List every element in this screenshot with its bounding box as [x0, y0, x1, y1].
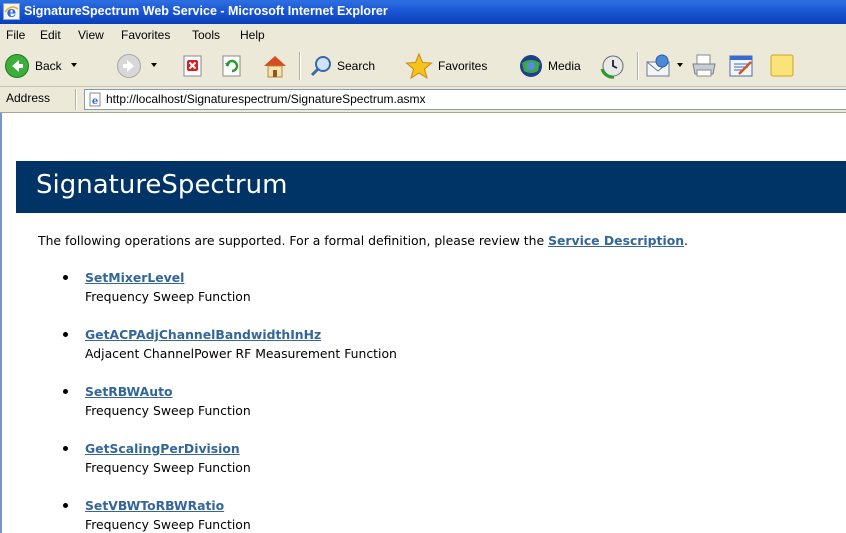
operation-link[interactable]: GetScalingPerDivision — [85, 441, 251, 456]
search-label: Search — [337, 59, 376, 73]
address-url[interactable]: http://localhost/Signaturespectrum/Signa… — [106, 92, 426, 106]
menu-edit[interactable]: Edit — [40, 28, 61, 42]
address-separator — [75, 89, 77, 110]
media-label: Media — [548, 59, 581, 73]
operation-link[interactable]: GetACPAdjChannelBandwidthInHz — [85, 327, 397, 342]
media-icon — [520, 55, 542, 77]
back-label: Back — [35, 59, 62, 73]
operation-description: Frequency Sweep Function — [85, 460, 251, 475]
operation-item: SetVBWToRBWRatio Frequency Sweep Functio… — [63, 498, 251, 532]
toolbar: Back Search Favorites Media — [0, 46, 846, 87]
toolbar-separator — [299, 52, 301, 80]
menu-file[interactable]: File — [6, 28, 25, 42]
mail-button[interactable] — [645, 46, 687, 86]
menu-bar: File Edit View Favorites Tools Help — [0, 24, 846, 47]
back-button[interactable]: Back — [4, 46, 84, 86]
edit-icon[interactable] — [727, 53, 755, 79]
address-bar: Address e http://localhost/Signaturespec… — [0, 87, 846, 113]
menu-view[interactable]: View — [78, 28, 104, 42]
back-icon — [5, 54, 29, 78]
operation-link[interactable]: SetRBWAuto — [85, 384, 251, 399]
operation-item: SetRBWAuto Frequency Sweep Function — [63, 384, 251, 418]
favorites-button[interactable]: Favorites — [404, 46, 516, 86]
page-icon: e — [89, 92, 101, 107]
bullet-icon — [63, 332, 68, 337]
intro-text-body: The following operations are supported. … — [38, 233, 549, 248]
page-banner: SignatureSpectrum — [16, 161, 846, 213]
ie-logo-icon: e — [3, 3, 20, 20]
intro-text-end: . — [684, 233, 688, 248]
operation-description: Frequency Sweep Function — [85, 517, 251, 532]
forward-icon — [117, 54, 141, 78]
media-button[interactable]: Media — [518, 46, 598, 86]
intro-text: The following operations are supported. … — [38, 233, 688, 248]
bullet-icon — [63, 446, 68, 451]
service-description-link[interactable]: Service Description — [548, 233, 684, 248]
home-icon[interactable] — [261, 53, 289, 79]
mail-dropdown-icon[interactable] — [677, 63, 683, 67]
bullet-icon — [63, 389, 68, 394]
title-bar[interactable]: e SignatureSpectrum Web Service - Micros… — [0, 0, 846, 25]
address-label: Address — [6, 91, 51, 105]
address-field[interactable]: e http://localhost/Signaturespectrum/Sig… — [84, 89, 846, 110]
operation-item: SetMixerLevel Frequency Sweep Function — [63, 270, 251, 304]
operation-description: Frequency Sweep Function — [85, 289, 251, 304]
refresh-icon[interactable] — [220, 54, 244, 78]
browser-window: e SignatureSpectrum Web Service - Micros… — [0, 0, 846, 533]
bullet-icon — [63, 275, 68, 280]
search-icon — [310, 56, 331, 77]
toolbar-separator — [637, 52, 639, 80]
stop-icon[interactable] — [181, 54, 205, 78]
operation-description: Adjacent ChannelPower RF Measurement Fun… — [85, 346, 397, 361]
page-title: SignatureSpectrum — [36, 170, 288, 200]
operation-link[interactable]: SetVBWToRBWRatio — [85, 498, 251, 513]
history-icon[interactable] — [600, 53, 626, 79]
favorites-label: Favorites — [438, 59, 488, 73]
bullet-icon — [63, 503, 68, 508]
forward-button[interactable] — [116, 46, 166, 86]
favorites-icon — [405, 52, 433, 80]
mail-icon — [646, 54, 670, 77]
page-content: SignatureSpectrum The following operatio… — [0, 113, 846, 533]
back-dropdown-icon[interactable] — [71, 63, 77, 67]
menu-tools[interactable]: Tools — [192, 28, 220, 42]
svg-text:e: e — [7, 3, 17, 20]
print-icon[interactable] — [690, 53, 718, 79]
svg-text:e: e — [92, 96, 98, 107]
operation-item: GetACPAdjChannelBandwidthInHz Adjacent C… — [63, 327, 397, 361]
menu-favorites[interactable]: Favorites — [121, 28, 170, 42]
operation-link[interactable]: SetMixerLevel — [85, 270, 251, 285]
menu-help[interactable]: Help — [240, 28, 265, 42]
search-button[interactable]: Search — [309, 46, 393, 86]
window-title: SignatureSpectrum Web Service - Microsof… — [24, 4, 388, 18]
operation-item: GetScalingPerDivision Frequency Sweep Fu… — [63, 441, 251, 475]
discuss-icon[interactable] — [769, 53, 797, 79]
operation-description: Frequency Sweep Function — [85, 403, 251, 418]
forward-dropdown-icon[interactable] — [151, 63, 157, 67]
